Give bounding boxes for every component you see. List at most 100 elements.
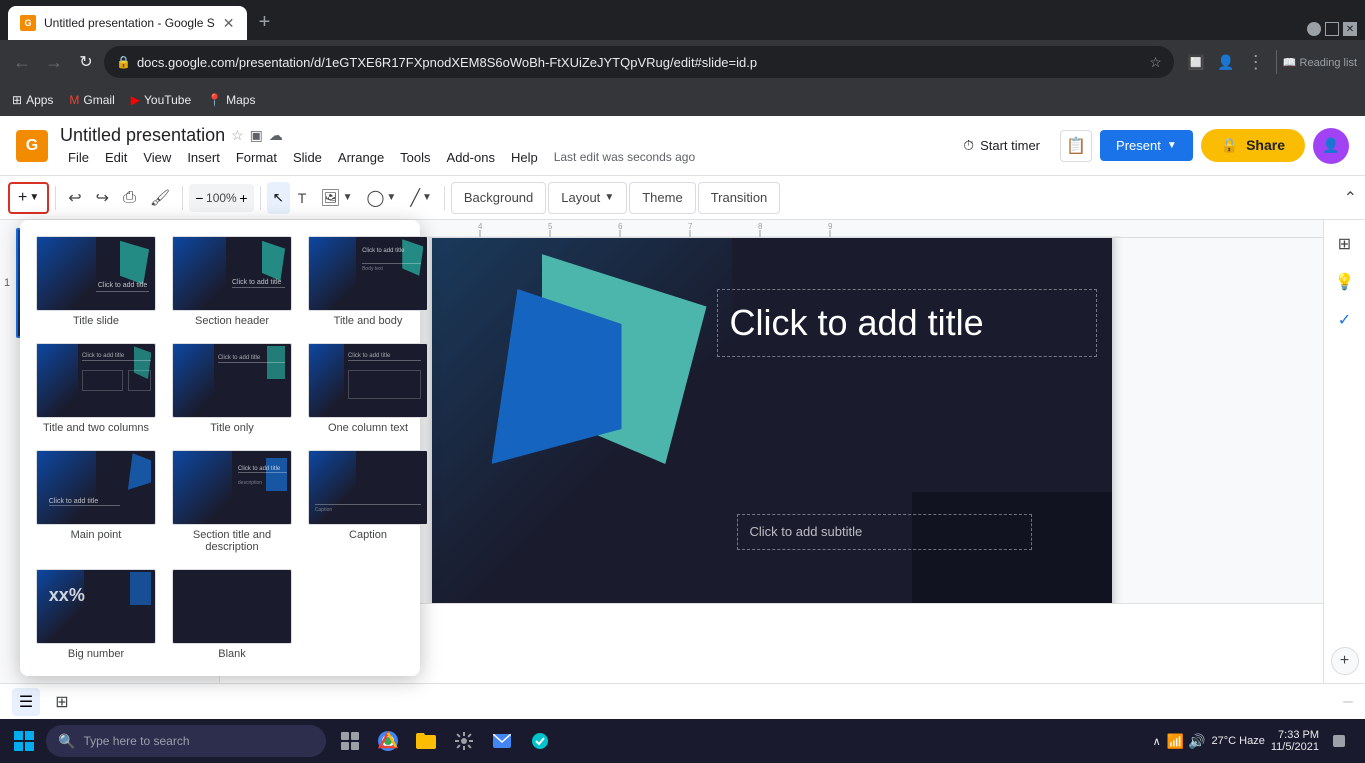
layout-item-blank[interactable]: Blank [168, 565, 296, 664]
shape-tool-button[interactable]: ◯▼ [361, 182, 403, 214]
layout-item-one-col[interactable]: Click to add title One column text [304, 339, 432, 438]
layout-item-main-point[interactable]: Click to add title Main point [32, 446, 160, 557]
layout-item-two-cols[interactable]: Click to add title Title and two columns [32, 339, 160, 438]
taskbar-weather[interactable]: 27°C Haze [1212, 735, 1265, 747]
layout-item-title-slide[interactable]: Click to add title Title slide [32, 232, 160, 331]
menu-insert[interactable]: Insert [179, 148, 228, 167]
extensions-icon[interactable]: 🔲 [1182, 48, 1210, 76]
toolbar-sep-1 [55, 186, 56, 210]
taskbar-mail[interactable] [484, 723, 520, 759]
layout-blank-label: Blank [218, 648, 246, 660]
menu-slide[interactable]: Slide [285, 148, 330, 167]
layout-item-title-body[interactable]: Click to add title Body text Title and b… [304, 232, 432, 331]
print-button[interactable]: ⎙ [117, 182, 142, 214]
layout-item-section-title-desc[interactable]: Click to add title description Section t… [168, 446, 296, 557]
taskbar-search[interactable]: 🔍 Type here to search [46, 725, 326, 757]
clock-date: 11/5/2021 [1271, 741, 1319, 753]
layout-main-point-label: Main point [71, 529, 122, 541]
layout-item-title-only[interactable]: Click to add title Title only [168, 339, 296, 438]
undo-button[interactable]: ↩ [62, 182, 87, 214]
back-button[interactable]: ← [8, 48, 36, 76]
redo-button[interactable]: ↪ [90, 182, 115, 214]
menu-dots-icon[interactable]: ⋮ [1242, 48, 1270, 76]
share-button[interactable]: 🔒 Share [1201, 129, 1305, 162]
zoom-control[interactable]: − 100% + [189, 184, 253, 212]
layout-title-slide-label: Title slide [73, 315, 119, 327]
menu-arrange[interactable]: Arrange [330, 148, 392, 167]
taskbar-settings[interactable] [446, 723, 482, 759]
theme-button[interactable]: Theme [629, 182, 695, 214]
cloud-icon[interactable]: ☁ [269, 127, 283, 144]
paint-format-button[interactable]: 🖌 [144, 182, 176, 214]
list-view-button[interactable]: ⊞ [48, 688, 76, 716]
menu-help[interactable]: Help [503, 148, 546, 167]
close-window-button[interactable]: ✕ [1343, 22, 1357, 36]
bookmark-maps[interactable]: 📍 Maps [207, 93, 255, 107]
app-title[interactable]: Untitled presentation [60, 125, 225, 146]
taskbar-clock[interactable]: 7:33 PM 11/5/2021 [1271, 729, 1319, 753]
layout-item-big-number[interactable]: xx% Big number [32, 565, 160, 664]
cursor-tool-button[interactable]: ↖ [267, 182, 290, 214]
notification-button[interactable] [1325, 727, 1353, 755]
bookmark-star-icon[interactable]: ☆ [1149, 54, 1162, 71]
start-timer-button[interactable]: ⏱ Start timer [951, 131, 1052, 160]
reading-list-button[interactable]: 📖 Reading list [1283, 56, 1357, 69]
menu-edit[interactable]: Edit [97, 148, 135, 167]
address-bar[interactable]: 🔒 docs.google.com/presentation/d/1eGTXE6… [104, 46, 1174, 78]
taskbar-volume-icon[interactable]: 🔊 [1188, 733, 1205, 750]
taskbar-chevron[interactable]: ∧ [1153, 735, 1161, 748]
forward-button[interactable]: → [40, 48, 68, 76]
add-slide-button[interactable]: + ▼ [8, 182, 49, 214]
refresh-button[interactable]: ↻ [72, 48, 100, 76]
bookmark-gmail[interactable]: M Gmail [69, 93, 114, 107]
user-avatar[interactable]: 👤 [1313, 128, 1349, 164]
drive-icon[interactable]: ▣ [250, 127, 263, 144]
tab-close-icon[interactable]: ✕ [223, 15, 235, 32]
notes-sidebar-button[interactable]: 💡 [1329, 266, 1361, 298]
present-button[interactable]: Present ▼ [1100, 130, 1193, 161]
star-icon[interactable]: ☆ [231, 127, 244, 144]
menu-addons[interactable]: Add-ons [439, 148, 503, 167]
explore-icon-button[interactable]: ⊞ [1329, 228, 1361, 260]
taskbar-search-text: Type here to search [83, 734, 189, 748]
notes-icon-button[interactable]: 📋 [1060, 130, 1092, 162]
text-tool-button[interactable]: T [292, 182, 313, 214]
active-tab[interactable]: G Untitled presentation - Google S ✕ [8, 6, 247, 40]
layout-item-section-header[interactable]: Click to add title Section header [168, 232, 296, 331]
zoom-value: 100% [205, 191, 237, 205]
image-tool-button[interactable]: 🖼▼ [314, 182, 358, 214]
menu-tools[interactable]: Tools [392, 148, 438, 167]
menu-file[interactable]: File [60, 148, 97, 167]
bookmark-youtube[interactable]: ▶ YouTube [131, 93, 191, 107]
slide-number: 1 [4, 277, 10, 289]
background-button[interactable]: Background [451, 182, 546, 214]
add-sidebar-button[interactable]: + [1331, 647, 1359, 675]
transition-button[interactable]: Transition [698, 182, 781, 214]
minimize-button[interactable] [1307, 22, 1321, 36]
collapse-toolbar-icon[interactable]: ⌃ [1344, 190, 1357, 207]
layout-item-caption[interactable]: Caption Caption [304, 446, 432, 557]
svg-text:5: 5 [548, 222, 553, 231]
layout-button[interactable]: Layout ▼ [548, 182, 627, 214]
present-label: Present [1116, 138, 1161, 153]
tab-favicon: G [20, 15, 36, 31]
line-tool-button[interactable]: ╱▼ [404, 182, 438, 214]
tasks-sidebar-button[interactable]: ✓ [1329, 304, 1361, 336]
menu-view[interactable]: View [135, 148, 179, 167]
grid-view-button[interactable]: ☰ [12, 688, 40, 716]
taskbar-task-view[interactable] [332, 723, 368, 759]
menu-format[interactable]: Format [228, 148, 285, 167]
profile-icon[interactable]: 👤 [1212, 48, 1240, 76]
taskbar-wifi-icon[interactable]: 📶 [1167, 733, 1184, 750]
taskbar-app6[interactable] [522, 723, 558, 759]
bookmark-apps[interactable]: ⊞ Apps [12, 93, 53, 107]
taskbar-chrome[interactable] [370, 723, 406, 759]
maximize-button[interactable] [1325, 22, 1339, 36]
maps-icon: 📍 [207, 93, 222, 107]
taskbar-file-explorer[interactable] [408, 723, 444, 759]
subtitle-textbox[interactable]: Click to add subtitle [737, 514, 1032, 550]
new-tab-button[interactable]: + [251, 8, 279, 36]
slide-canvas[interactable]: Click to add title Click to add subtitle [432, 238, 1112, 603]
start-button[interactable] [4, 721, 44, 761]
title-textbox[interactable]: Click to add title [717, 289, 1097, 357]
